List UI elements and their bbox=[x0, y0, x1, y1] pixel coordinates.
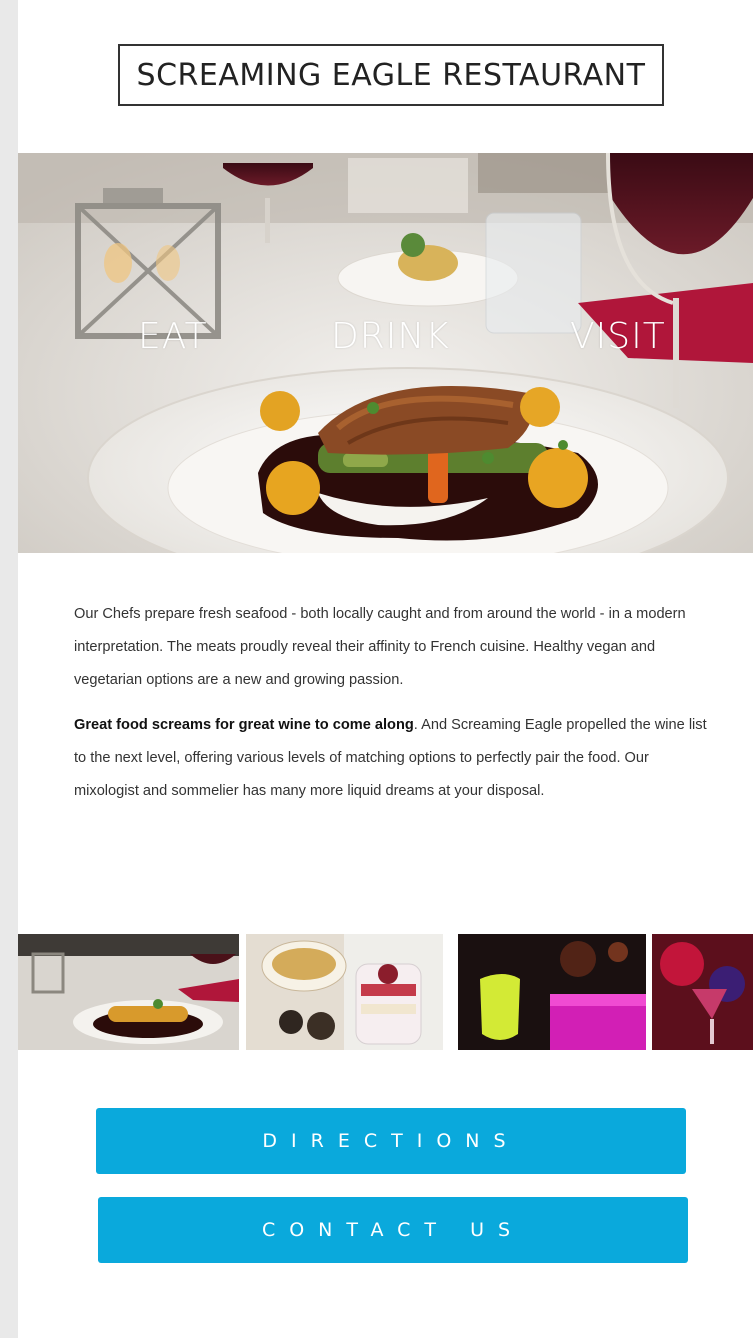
food-paragraph: Our Chefs prepare fresh seafood - both l… bbox=[74, 606, 686, 688]
nav-drink[interactable]: DRINK bbox=[331, 316, 450, 357]
dining-photo-illustration bbox=[18, 934, 239, 1050]
nav-eat[interactable]: EAT bbox=[138, 316, 208, 357]
gallery-photo-desserts[interactable] bbox=[246, 934, 443, 1050]
gallery-photo-dining[interactable] bbox=[18, 934, 239, 1050]
desserts-photo-illustration bbox=[246, 934, 443, 1050]
gallery-photo-cocktail[interactable] bbox=[652, 934, 753, 1050]
gallery-photo-bar[interactable] bbox=[458, 934, 646, 1050]
restaurant-logo[interactable]: SCREAMING EAGLE RESTAURANT bbox=[118, 44, 664, 106]
about-text: Our Chefs prepare fresh seafood - both l… bbox=[74, 598, 714, 820]
cocktail-photo-illustration bbox=[652, 934, 753, 1050]
wine-paragraph: Great food screams for great wine to com… bbox=[74, 709, 714, 808]
wine-paragraph-emphasis: Great food screams for great wine to com… bbox=[74, 717, 414, 733]
restaurant-title: SCREAMING EAGLE RESTAURANT bbox=[136, 57, 646, 93]
photo-gallery bbox=[18, 934, 753, 1050]
nav-visit[interactable]: VISIT bbox=[570, 316, 666, 357]
page: SCREAMING EAGLE RESTAURANT EAT DRINK VIS… bbox=[18, 0, 753, 1338]
directions-button[interactable]: DIRECTIONS bbox=[96, 1108, 686, 1174]
bar-photo-illustration bbox=[458, 934, 646, 1050]
contact-us-button[interactable]: CONTACT US bbox=[98, 1197, 688, 1263]
